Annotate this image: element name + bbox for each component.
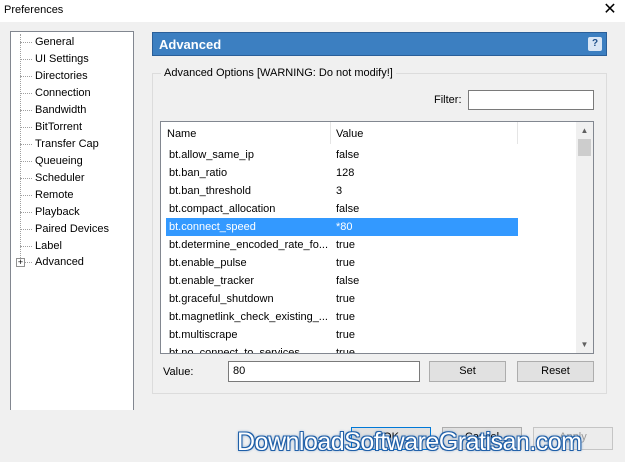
tree-item-label: Advanced bbox=[35, 256, 84, 268]
tree-item-label: Queueing bbox=[35, 155, 83, 167]
scroll-down-icon[interactable]: ▼ bbox=[576, 336, 593, 353]
option-name: bt.determine_encoded_rate_fo... bbox=[169, 239, 329, 251]
value-input[interactable]: 80 bbox=[228, 361, 420, 382]
tree-item-label: General bbox=[35, 36, 75, 48]
option-value: true bbox=[336, 257, 355, 269]
option-name: bt.enable_tracker bbox=[169, 275, 254, 287]
option-name: bt.allow_same_ip bbox=[169, 149, 254, 161]
table-row[interactable]: bt.determine_encoded_rate_fo... true bbox=[166, 236, 518, 254]
option-value: 128 bbox=[336, 167, 355, 179]
option-name: bt.no_connect_to_services bbox=[169, 347, 300, 354]
option-value: true bbox=[336, 293, 355, 305]
watermark-text: DownloadSoftwareGratisan.com bbox=[237, 428, 582, 456]
option-value: true bbox=[336, 329, 355, 341]
table-row[interactable]: bt.enable_pulse true bbox=[166, 254, 518, 272]
option-value: 3 bbox=[336, 185, 343, 197]
table-row[interactable]: bt.enable_tracker false bbox=[166, 272, 518, 290]
table-row[interactable]: bt.multiscrape true bbox=[166, 326, 518, 344]
tree-item-label: BitTorrent bbox=[35, 121, 83, 133]
tree-guide-line bbox=[20, 34, 21, 262]
tree-item-label: Bandwidth bbox=[35, 104, 87, 116]
option-value: true bbox=[336, 239, 355, 251]
value-label: Value: bbox=[163, 366, 194, 378]
group-label: Advanced Options [WARNING: Do not modify… bbox=[161, 67, 396, 79]
scroll-up-icon[interactable]: ▲ bbox=[576, 122, 593, 139]
filter-label: Filter: bbox=[434, 94, 462, 106]
option-name: bt.compact_allocation bbox=[169, 203, 276, 215]
preferences-window: Preferences ✕ General UI Settings Direct… bbox=[0, 0, 625, 462]
vertical-scrollbar[interactable]: ▲ ▼ bbox=[576, 122, 593, 353]
tree-item-label: Remote bbox=[35, 189, 74, 201]
option-value: true bbox=[336, 347, 355, 354]
expand-icon[interactable]: + bbox=[16, 258, 25, 267]
tree-item-label: Paired Devices bbox=[35, 223, 109, 235]
table-row[interactable]: bt.connect_speed *80 bbox=[166, 218, 518, 236]
tree-item-label: UI Settings bbox=[35, 53, 89, 65]
table-row[interactable]: bt.allow_same_ip false bbox=[166, 146, 518, 164]
category-tree[interactable]: General UI Settings Directories Connecti… bbox=[10, 31, 134, 432]
table-row[interactable]: bt.compact_allocation false bbox=[166, 200, 518, 218]
option-name: bt.multiscrape bbox=[169, 329, 238, 341]
reset-button[interactable]: Reset bbox=[517, 361, 594, 382]
column-header-value[interactable]: Value bbox=[336, 128, 363, 140]
column-divider[interactable] bbox=[330, 122, 331, 144]
title-bar: Preferences ✕ bbox=[0, 0, 625, 22]
option-name: bt.magnetlink_check_existing_... bbox=[169, 311, 328, 323]
filter-input[interactable] bbox=[468, 90, 594, 110]
table-row[interactable]: bt.no_connect_to_services true bbox=[166, 344, 518, 354]
column-divider[interactable] bbox=[517, 122, 518, 144]
window-title: Preferences bbox=[4, 4, 64, 16]
tree-item-label: Transfer Cap bbox=[35, 138, 99, 150]
tree-item-label: Playback bbox=[35, 206, 80, 218]
tree-item-label: Directories bbox=[35, 70, 88, 82]
scrollbar-thumb[interactable] bbox=[578, 139, 591, 156]
option-name: bt.graceful_shutdown bbox=[169, 293, 274, 305]
option-name: bt.ban_threshold bbox=[169, 185, 251, 197]
help-icon[interactable]: ? bbox=[588, 37, 602, 51]
option-value: false bbox=[336, 203, 360, 215]
option-value: *80 bbox=[336, 221, 353, 233]
list-header: Name Value bbox=[161, 122, 577, 144]
tree-item-label: Label bbox=[35, 240, 62, 252]
close-icon[interactable]: ✕ bbox=[601, 0, 619, 20]
section-header: Advanced ? bbox=[152, 32, 607, 56]
column-header-name[interactable]: Name bbox=[167, 128, 196, 140]
option-value: false bbox=[336, 275, 360, 287]
option-value: false bbox=[336, 149, 360, 161]
table-row[interactable]: bt.ban_ratio 128 bbox=[166, 164, 518, 182]
table-row[interactable]: bt.magnetlink_check_existing_... true bbox=[166, 308, 518, 326]
tree-item-label: Connection bbox=[35, 87, 91, 99]
section-title: Advanced bbox=[159, 37, 222, 52]
option-value: true bbox=[336, 311, 355, 323]
set-button[interactable]: Set bbox=[429, 361, 506, 382]
options-list[interactable]: Name Value bt.allow_same_ip false bt.ban_r… bbox=[160, 121, 594, 354]
option-name: bt.connect_speed bbox=[169, 221, 256, 233]
tree-item-label: Scheduler bbox=[35, 172, 85, 184]
table-row[interactable]: bt.ban_threshold 3 bbox=[166, 182, 518, 200]
option-name: bt.enable_pulse bbox=[169, 257, 247, 269]
option-name: bt.ban_ratio bbox=[169, 167, 228, 179]
table-row[interactable]: bt.graceful_shutdown true bbox=[166, 290, 518, 308]
